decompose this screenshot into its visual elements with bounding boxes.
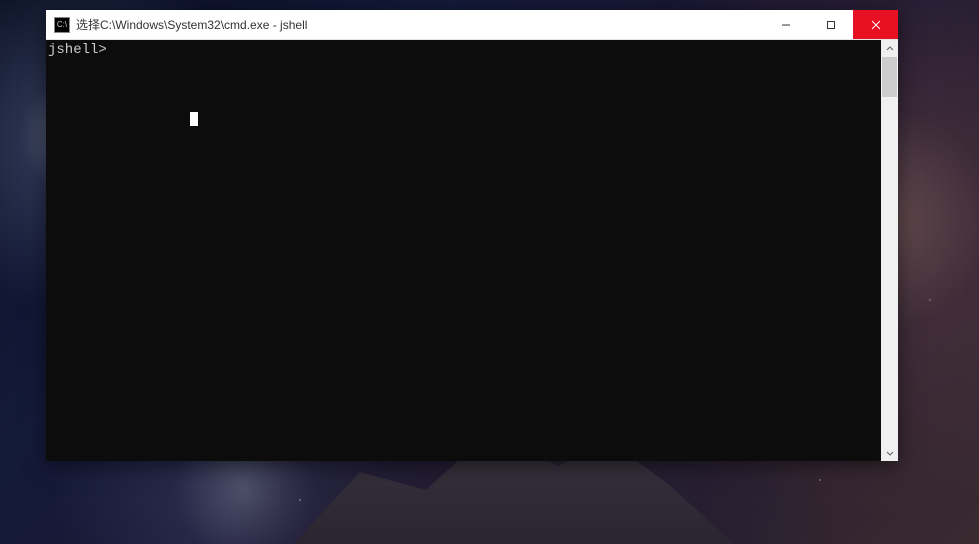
minimize-button[interactable]: [763, 10, 808, 39]
close-icon: [871, 20, 881, 30]
scroll-up-button[interactable]: [881, 40, 898, 57]
maximize-button[interactable]: [808, 10, 853, 39]
window-controls: [763, 10, 898, 39]
titlebar[interactable]: C:\ 选择C:\Windows\System32\cmd.exe - jshe…: [46, 10, 898, 40]
terminal-content[interactable]: jshell>: [46, 40, 881, 461]
chevron-down-icon: [886, 449, 894, 457]
terminal-cursor: [190, 112, 198, 126]
close-button[interactable]: [853, 10, 898, 39]
scrollbar-thumb[interactable]: [882, 57, 897, 97]
scrollbar-track[interactable]: [881, 57, 898, 444]
cmd-icon: C:\: [54, 17, 70, 33]
window-title: 选择C:\Windows\System32\cmd.exe - jshell: [76, 16, 763, 33]
vertical-scrollbar[interactable]: [881, 40, 898, 461]
terminal-prompt: jshell>: [48, 42, 107, 58]
cmd-icon-label: C:\: [57, 21, 67, 29]
cmd-window: C:\ 选择C:\Windows\System32\cmd.exe - jshe…: [46, 10, 898, 461]
maximize-icon: [826, 20, 836, 30]
minimize-icon: [781, 20, 791, 30]
terminal-body: jshell>: [46, 40, 898, 461]
scroll-down-button[interactable]: [881, 444, 898, 461]
chevron-up-icon: [886, 45, 894, 53]
